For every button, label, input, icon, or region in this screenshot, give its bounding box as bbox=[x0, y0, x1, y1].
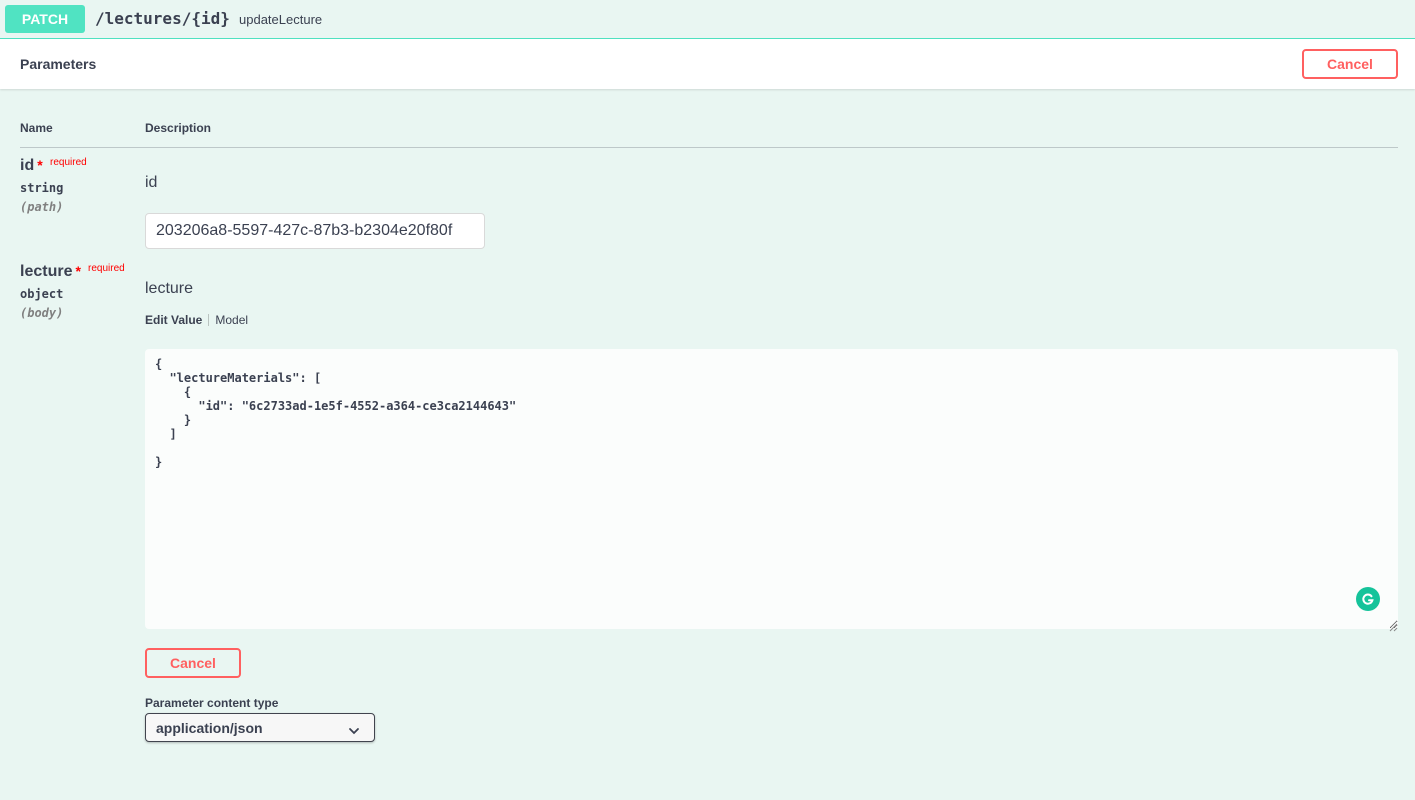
body-tabs: Edit Value Model bbox=[145, 313, 248, 327]
param-name-text: lecture bbox=[20, 263, 73, 280]
operation-id: updateLecture bbox=[239, 12, 323, 27]
name-column-header: Name bbox=[20, 121, 53, 135]
chevron-down-icon bbox=[348, 723, 360, 739]
required-star: * bbox=[37, 157, 43, 173]
param-type-id: string bbox=[20, 181, 64, 195]
param-type-lecture: object bbox=[20, 287, 64, 301]
required-label: required bbox=[50, 157, 87, 168]
resize-handle-icon[interactable] bbox=[1388, 619, 1398, 632]
content-type-label: Parameter content type bbox=[145, 696, 279, 710]
param-in-id: (path) bbox=[20, 200, 64, 214]
content-type-value: application/json bbox=[156, 719, 263, 736]
required-label: required bbox=[88, 263, 125, 274]
method-badge: PATCH bbox=[5, 5, 85, 33]
required-star: * bbox=[75, 263, 81, 279]
id-input[interactable] bbox=[145, 213, 485, 249]
tab-model[interactable]: Model bbox=[215, 313, 248, 327]
cancel-try-out-button[interactable]: Cancel bbox=[1302, 49, 1398, 79]
param-name-text: id bbox=[20, 157, 35, 174]
table-divider bbox=[20, 147, 1398, 148]
tab-separator bbox=[208, 314, 210, 326]
grammarly-icon[interactable] bbox=[1356, 587, 1380, 611]
parameters-header: Parameters Cancel bbox=[0, 39, 1415, 89]
request-body-editor[interactable]: { "lectureMaterials": [ { "id": "6c2733a… bbox=[145, 349, 1398, 629]
parameters-title: Parameters bbox=[20, 56, 97, 72]
operation-path: /lectures/{id} bbox=[95, 9, 230, 28]
operation-summary[interactable]: PATCH /lectures/{id} updateLecture bbox=[0, 0, 1415, 39]
description-column-header: Description bbox=[145, 121, 212, 135]
param-description-id: id bbox=[145, 174, 158, 191]
param-description-lecture: lecture bbox=[145, 280, 194, 297]
cancel-button[interactable]: Cancel bbox=[145, 648, 241, 678]
content-type-select[interactable]: application/json bbox=[145, 713, 375, 742]
tab-edit-value[interactable]: Edit Value bbox=[145, 313, 202, 327]
param-name-lecture: lecture * bbox=[20, 263, 81, 281]
param-name-id: id * bbox=[20, 157, 43, 175]
param-in-lecture: (body) bbox=[20, 306, 64, 320]
